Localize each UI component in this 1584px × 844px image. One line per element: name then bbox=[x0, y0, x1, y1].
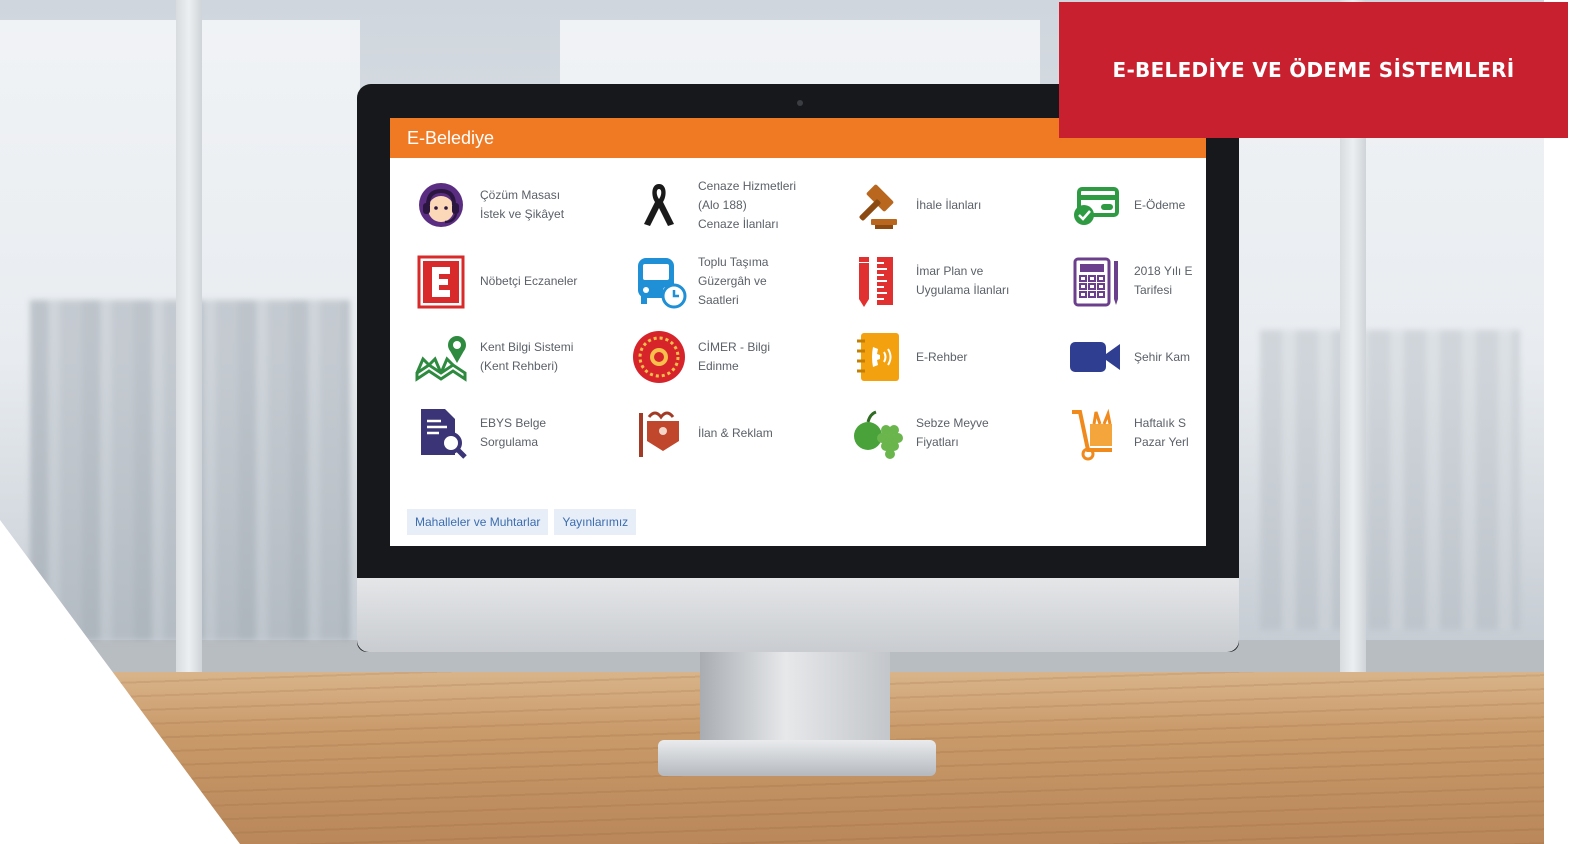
monitor-stand-foot bbox=[658, 740, 936, 776]
tile-nobetci-eczaneler[interactable]: Nöbetçi Eczaneler bbox=[412, 251, 577, 311]
map-pin-icon bbox=[412, 328, 470, 386]
tile-ebys-belge[interactable]: EBYS Belge Sorgulama bbox=[412, 403, 546, 463]
bus-clock-icon bbox=[630, 252, 688, 310]
link-yayinlarimiz[interactable]: Yayınlarımız bbox=[554, 509, 637, 535]
tile-cenaze-hizmetleri[interactable]: Cenaze Hizmetleri (Alo 188) Cenaze İlanlar… bbox=[630, 175, 796, 235]
link-mahalleler-muhtarlar[interactable]: Mahalleler ve Muhtarlar bbox=[407, 509, 549, 535]
tile-label: E-Ödeme bbox=[1134, 197, 1186, 212]
tile-label: Haftalık S Pazar Yerl bbox=[1134, 416, 1189, 449]
tile-label: İmar Plan ve Uygulama İlanları bbox=[916, 264, 1010, 297]
tile-label: Çözüm Masası İstek ve Şikâyet bbox=[480, 188, 565, 221]
city-skyline bbox=[1260, 330, 1520, 630]
tile-imar-plan[interactable]: İmar Plan ve Uygulama İlanları bbox=[848, 251, 1009, 311]
tile-label: Toplu Taşıma Güzergâh ve Saatleri bbox=[698, 254, 769, 307]
tile-label: Şehir Kam bbox=[1134, 349, 1191, 364]
monitor-chin bbox=[357, 578, 1239, 652]
tile-cimer[interactable]: CİMER - Bilgi Edinme bbox=[630, 327, 770, 387]
pharmacy-e-icon bbox=[412, 252, 470, 310]
monitor-screen: E-Belediye Çözüm Masasıİstek ve Şikâyet bbox=[390, 118, 1206, 546]
tile-e-odeme[interactable]: E-Ödeme bbox=[1066, 175, 1185, 235]
tile-cozum-masasi[interactable]: Çözüm Masası İstek ve Şikâyet bbox=[412, 175, 564, 235]
headset-support-icon bbox=[412, 176, 470, 234]
tile-sebze-meyve[interactable]: Sebze Meyve Fiyatları bbox=[848, 403, 989, 463]
tile-label: EBYS Belge Sorgulama bbox=[480, 416, 547, 449]
tile-sehir-kameralari[interactable]: Şehir Kam bbox=[1066, 327, 1190, 387]
fruits-vegetables-icon bbox=[848, 404, 906, 462]
tile-e-rehber[interactable]: E-Rehber bbox=[848, 327, 967, 387]
tile-kent-bilgi-sistemi[interactable]: Kent Bilgi Sistemi (Kent Rehberi) bbox=[412, 327, 573, 387]
quick-links: Mahalleler ve Muhtarlar Yayınlarımız bbox=[407, 509, 637, 535]
monitor-stand-neck bbox=[700, 652, 890, 748]
tile-label: E-Rehber bbox=[916, 349, 968, 364]
white-corner-wedge bbox=[0, 520, 240, 844]
tile-yili-tarifesi[interactable]: 2018 Yılı E Tarifesi bbox=[1066, 251, 1193, 311]
phone-book-icon bbox=[848, 328, 906, 386]
tile-haftalik-pazar[interactable]: Haftalık S Pazar Yerl bbox=[1066, 403, 1189, 463]
tile-label: Sebze Meyve Fiyatları bbox=[916, 416, 989, 449]
mourning-ribbon-icon bbox=[630, 176, 688, 234]
tile-ilan-reklam[interactable]: İlan & Reklam bbox=[630, 403, 773, 463]
payment-card-icon bbox=[1066, 176, 1124, 234]
video-camera-icon bbox=[1066, 328, 1124, 386]
banner-title: E-BELEDİYE VE ÖDEME SİSTEMLERİ bbox=[1112, 58, 1515, 82]
tile-label: CİMER - Bilgi Edinme bbox=[698, 340, 771, 373]
tile-label: İlan & Reklam bbox=[698, 425, 773, 440]
tile-ihale-ilanlari[interactable]: İhale İlanları bbox=[848, 175, 981, 235]
tile-label: İhale İlanları bbox=[916, 197, 982, 212]
calculator-icon bbox=[1066, 252, 1124, 310]
tile-label: Nöbetçi Eczaneler bbox=[480, 273, 578, 288]
tile-label: 2018 Yılı E Tarifesi bbox=[1134, 264, 1193, 297]
auction-gavel-icon bbox=[848, 176, 906, 234]
billboard-icon bbox=[630, 404, 688, 462]
tile-label: Kent Bilgi Sistemi (Kent Rehberi) bbox=[480, 340, 574, 373]
e-belediye-title: E-Belediye bbox=[407, 127, 495, 148]
tile-label: Cenaze Hizmetleri (Alo 188) Cenaze İlanlar… bbox=[698, 178, 797, 231]
cimer-seal-icon bbox=[630, 328, 688, 386]
tile-toplu-tasima[interactable]: Toplu Taşıma Güzergâh ve Saatleri bbox=[630, 251, 768, 311]
hand-truck-icon bbox=[1066, 404, 1124, 462]
document-search-icon bbox=[412, 404, 470, 462]
ruler-pencil-icon bbox=[848, 252, 906, 310]
camera-icon bbox=[797, 100, 803, 106]
header-banner: E-BELEDİYE VE ÖDEME SİSTEMLERİ bbox=[1059, 2, 1568, 138]
